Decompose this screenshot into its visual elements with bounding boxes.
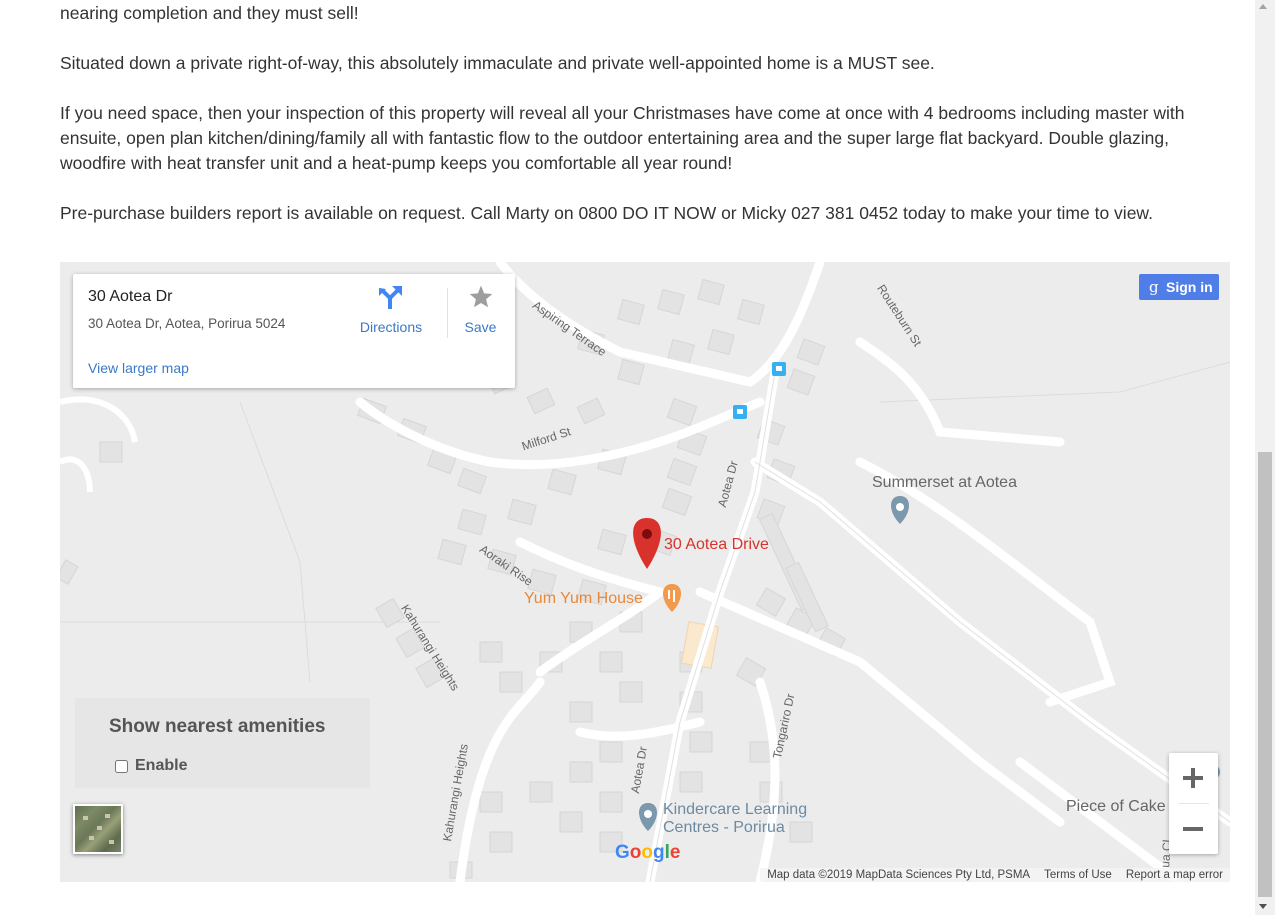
amenities-panel: Show nearest amenities Enable	[75, 698, 370, 788]
zoom-out-button[interactable]	[1169, 804, 1218, 854]
restaurant-icon	[663, 584, 681, 612]
poi-pin-icon	[891, 496, 909, 524]
bus-stop-icon	[733, 405, 747, 419]
divider	[447, 288, 448, 338]
scroll-down-arrow-icon[interactable]	[1259, 904, 1267, 909]
directions-icon	[379, 286, 402, 309]
google-map[interactable]: Aspiring Terrace Routeburn St Milford St…	[60, 262, 1230, 882]
description-paragraph: If you need space, then your inspection …	[60, 103, 1185, 173]
description-paragraph: nearing completion and they must sell!	[60, 3, 359, 23]
place-info-card: 30 Aotea Dr 30 Aotea Dr, Aotea, Porirua …	[73, 274, 515, 388]
location-marker-icon	[633, 518, 661, 569]
poi-pin-icon	[639, 803, 657, 831]
bus-stop-icon	[772, 362, 786, 376]
amenities-title: Show nearest amenities	[109, 716, 326, 737]
restaurant-label[interactable]: Yum Yum House	[524, 590, 643, 608]
marker-label: 30 Aotea Drive	[664, 536, 769, 553]
description-paragraph: Situated down a private right-of-way, th…	[60, 53, 935, 73]
poi-label[interactable]: Kindercare Learning	[663, 801, 807, 818]
poi-label[interactable]: Piece of Cake	[1066, 798, 1166, 816]
map-data-text: Map data ©2019 MapData Sciences Pty Ltd,…	[767, 869, 1031, 881]
google-logo[interactable]: Google	[615, 842, 680, 864]
place-address: 30 Aotea Dr, Aotea, Porirua 5024	[88, 316, 286, 331]
map-attribution: Map data ©2019 MapData Sciences Pty Ltd,…	[760, 868, 1230, 882]
place-title: 30 Aotea Dr	[88, 288, 173, 305]
zoom-controls	[1169, 753, 1218, 854]
minus-icon	[1183, 827, 1203, 831]
star-icon	[469, 285, 492, 308]
zoom-in-button[interactable]	[1169, 753, 1218, 803]
amenities-enable-checkbox[interactable]	[115, 759, 128, 773]
google-g-icon: g	[1149, 278, 1159, 296]
save-label: Save	[464, 319, 497, 335]
view-larger-map-link[interactable]: View larger map	[88, 360, 189, 376]
directions-button[interactable]: Directions	[356, 284, 426, 335]
sign-in-button[interactable]: g Sign in	[1139, 274, 1219, 300]
sign-in-label: Sign in	[1166, 279, 1213, 295]
report-map-error-link[interactable]: Report a map error	[1119, 868, 1230, 882]
terms-of-use-link[interactable]: Terms of Use	[1037, 868, 1119, 882]
poi-label[interactable]: Centres - Porirua	[663, 819, 785, 836]
poi-label[interactable]: Summerset at Aotea	[872, 474, 1017, 492]
amenities-enable-row[interactable]: Enable	[115, 756, 187, 776]
amenities-enable-label: Enable	[135, 757, 188, 774]
scroll-up-arrow-icon[interactable]	[1259, 4, 1267, 9]
plus-icon	[1183, 768, 1203, 788]
satellite-toggle-button[interactable]	[73, 804, 123, 854]
description-paragraph: Pre-purchase builders report is availabl…	[60, 203, 1153, 223]
scrollbar-thumb[interactable]	[1258, 452, 1272, 897]
directions-label: Directions	[359, 319, 423, 335]
save-button[interactable]: Save	[458, 284, 503, 335]
